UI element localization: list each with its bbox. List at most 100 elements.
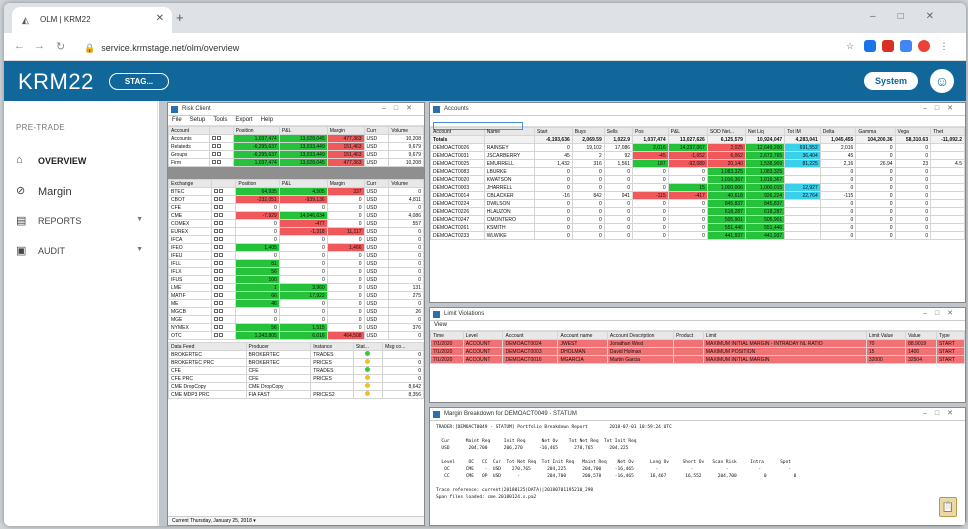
table-row[interactable]: BROKERTEC BROKERTEC TRADES 0 xyxy=(168,350,424,359)
row-controls[interactable] xyxy=(211,227,237,236)
table-row[interactable]: IFEO 1,405 0 1,466 USD 0 xyxy=(168,243,424,252)
row-controls[interactable] xyxy=(211,299,237,308)
column-header[interactable]: Net Liq xyxy=(744,127,786,136)
table-row[interactable]: DEMOACT0031 JSCARBERRY 45 2 92 -45 -1,652 6,062… xyxy=(430,151,965,160)
table-row[interactable]: CME -7,929 14,046,634 0 USD 4,086 xyxy=(168,211,424,220)
table-row[interactable]: CME MDP3 PRC FIA FAST PRICES2 8,356 xyxy=(168,390,424,399)
column-header[interactable]: Type xyxy=(935,331,965,340)
extension-icon[interactable] xyxy=(900,40,912,52)
table-row[interactable]: Relateds -6,295,637 13,033,449 151,463 USD 9,… xyxy=(168,142,424,151)
table-row[interactable]: IFUS 100 0 0 USD 0 xyxy=(168,275,424,284)
column-header[interactable]: Position xyxy=(235,179,280,188)
back-icon[interactable]: ← xyxy=(14,40,25,52)
table-row[interactable]: LME 1 3,960 0 USD 131 xyxy=(168,283,424,292)
violation-row[interactable]: 7/1/2020 ACCOUNT DEMOACT0024 JWEST Jonathan … xyxy=(430,339,965,348)
table-row[interactable]: DEMOACT0025 EMURRELL 1,432 316 1,561 187 -92,0… xyxy=(430,159,965,168)
table-row[interactable]: CFE PRC CFE PRICES 0 xyxy=(168,374,424,383)
table-row[interactable]: NYMEX 56 1,515 0 USD 376 xyxy=(168,323,424,332)
sidebar-item-margin[interactable]: ⊘ Margin xyxy=(4,176,157,206)
sidebar-item-overview[interactable]: ⌂ OVERVIEW xyxy=(4,146,157,176)
column-header[interactable]: Level xyxy=(462,331,504,340)
column-header[interactable]: Sells xyxy=(603,127,634,136)
table-row[interactable]: ME 46 0 0 USD 0 xyxy=(168,299,424,308)
row-controls[interactable] xyxy=(211,323,237,332)
row-controls[interactable] xyxy=(208,142,234,151)
column-header[interactable] xyxy=(208,126,234,135)
row-controls[interactable] xyxy=(211,331,237,340)
violation-row[interactable]: 7/1/2020 ACCOUNT DEMOACT0003 DHOLMAN David H… xyxy=(430,347,965,356)
window-controls[interactable]: –□✕ xyxy=(923,409,961,417)
column-header[interactable]: P&L xyxy=(667,127,708,136)
table-row[interactable]: OTC 1,243,805 6,016 464,508 USD 0 xyxy=(168,331,424,340)
column-header[interactable]: Margin xyxy=(326,179,365,188)
column-header[interactable]: Volume xyxy=(388,126,424,135)
column-header[interactable]: Volume xyxy=(388,179,424,188)
menu-dots-icon[interactable]: ⋮ xyxy=(938,40,950,52)
row-controls[interactable] xyxy=(211,187,237,196)
row-controls[interactable] xyxy=(211,211,237,220)
column-header[interactable]: Margin xyxy=(326,126,365,135)
table-row[interactable]: IFCA 0 0 0 USD 0 xyxy=(168,235,424,244)
row-controls[interactable] xyxy=(208,158,234,167)
row-controls[interactable] xyxy=(211,267,237,276)
column-header[interactable]: Account name xyxy=(557,331,608,340)
table-row[interactable]: DEMOACT0014 CBLACKER -16 842 941 -115 -417 40,6… xyxy=(430,191,965,200)
column-header[interactable]: Account xyxy=(502,331,559,340)
column-header[interactable]: Gamma xyxy=(855,127,896,136)
table-row[interactable]: BTEC 64,935 4,505 337 USD 0 xyxy=(168,187,424,196)
menu-file[interactable]: File xyxy=(172,117,182,123)
table-row[interactable]: IFEU 0 0 0 USD 0 xyxy=(168,251,424,260)
row-controls[interactable] xyxy=(211,219,237,228)
table-row[interactable]: IFLX 56 0 0 USD 0 xyxy=(168,267,424,276)
table-row[interactable]: IFLL 81 0 0 USD 0 xyxy=(168,259,424,268)
window-titlebar[interactable]: Margin Breakdown for DEMOACT0049 - STATU… xyxy=(430,408,965,421)
column-header[interactable]: Delta xyxy=(819,127,857,136)
environment-button[interactable]: STAG... xyxy=(109,73,169,90)
column-header[interactable]: Buys xyxy=(571,127,605,136)
table-row[interactable]: EUREX 0 -1,318 11,117 USD 0 xyxy=(168,227,424,236)
close-tab-icon[interactable]: ✕ xyxy=(156,13,164,24)
table-row[interactable]: CBOT -232,051 -939,136 0 USD 4,811 xyxy=(168,195,424,204)
column-header[interactable]: Curr xyxy=(363,126,390,135)
row-controls[interactable] xyxy=(211,203,237,212)
clipboard-icon[interactable]: 📋 xyxy=(939,497,957,517)
column-header[interactable]: Limit xyxy=(702,331,867,340)
column-header[interactable]: Pos xyxy=(632,127,669,136)
row-controls[interactable] xyxy=(208,134,234,143)
window-titlebar[interactable]: Risk Client –□✕ xyxy=(168,103,424,116)
row-controls[interactable] xyxy=(211,315,237,324)
row-controls[interactable] xyxy=(211,195,237,204)
reload-icon[interactable]: ↻ xyxy=(56,40,65,53)
system-button[interactable]: System xyxy=(864,72,918,90)
table-row[interactable]: DEMOACT0261 KSMITH 0 0 0 0 0 551,446 551,446 0 0 0 xyxy=(430,223,965,232)
column-header[interactable]: Time xyxy=(430,331,464,340)
table-row[interactable]: COMEX 0 -477 0 USD 557 xyxy=(168,219,424,228)
table-row[interactable]: DEMOACT0020 KWATSON 0 0 0 0 0 1,016,367 1,016,36… xyxy=(430,175,965,184)
column-header[interactable] xyxy=(211,179,237,188)
window-titlebar[interactable]: Limit Violations –□✕ xyxy=(430,308,965,321)
column-header[interactable]: Account xyxy=(168,126,210,135)
column-header[interactable]: Tot IM xyxy=(784,127,821,136)
row-controls[interactable] xyxy=(211,283,237,292)
column-header[interactable]: Value xyxy=(905,331,937,340)
table-row[interactable]: DEMOACT0003 JHARRELL 0 0 0 0 15 1,000,006 1,000,… xyxy=(430,183,965,192)
column-header[interactable]: SOD Net... xyxy=(706,127,746,136)
table-row[interactable]: DEMOACT0233 WLWIKE 0 0 0 0 0 441,937 441,937 0 0 0 xyxy=(430,231,965,240)
row-controls[interactable] xyxy=(211,307,237,316)
table-row[interactable]: Accounts 1,037,474 13,028,045 477,363 USD 10,… xyxy=(168,134,424,143)
table-row[interactable]: DEMOACT0247 CMONTERO 0 0 0 0 0 505,901 505,901 0 0… xyxy=(430,215,965,224)
row-controls[interactable] xyxy=(211,259,237,268)
sidebar-item-reports[interactable]: ▤ REPORTS ▼ xyxy=(4,206,157,236)
column-header[interactable]: Vega xyxy=(894,127,932,136)
window-controls[interactable]: –□✕ xyxy=(923,104,961,112)
row-controls[interactable] xyxy=(211,243,237,252)
table-row[interactable]: DEMOACT0224 DWILSON 0 0 0 0 0 845,837 845,837 0 0 0 xyxy=(430,199,965,208)
menu-tools[interactable]: Tools xyxy=(213,117,227,123)
column-header[interactable]: Msg co... xyxy=(382,342,424,351)
table-row[interactable]: CME DropCopy CME DropCopy 8,642 xyxy=(168,382,424,391)
menu-setup[interactable]: Setup xyxy=(190,117,206,123)
table-row[interactable]: Groups -6,295,637 13,033,449 151,463 USD 9,67… xyxy=(168,150,424,159)
sidebar-item-audit[interactable]: ▣ AUDIT ▼ xyxy=(4,236,157,266)
table-row[interactable]: DEMOACT0026 RAINSEY 0 19,102 17,086 2,016 14,2… xyxy=(430,143,965,152)
browser-tab[interactable]: ◭ OLM | KRM22 ✕ xyxy=(12,7,172,33)
